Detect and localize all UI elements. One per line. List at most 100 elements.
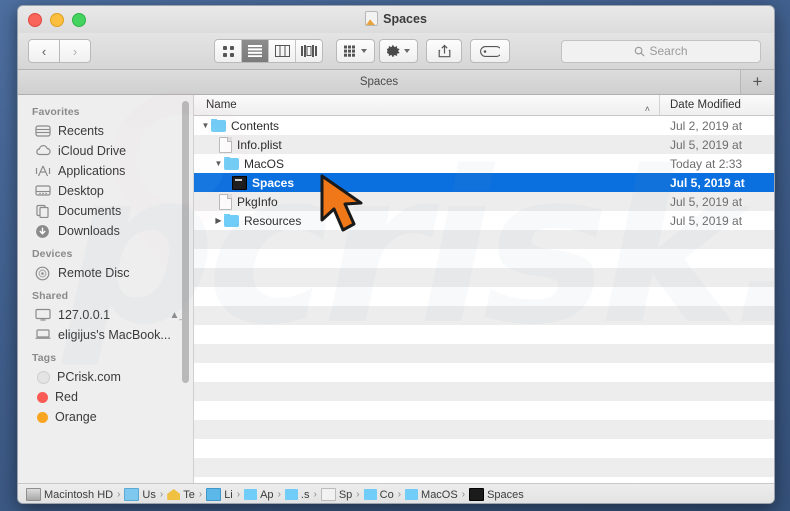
arrange-button[interactable] xyxy=(336,39,375,63)
gallery-view-button[interactable] xyxy=(296,40,322,62)
sidebar-item-label: Desktop xyxy=(58,184,104,198)
sidebar-item-applications[interactable]: Applications xyxy=(18,161,193,181)
table-row-empty xyxy=(194,325,774,344)
documents-icon xyxy=(35,204,51,219)
table-row[interactable]: ▼ Contents Jul 2, 2019 at xyxy=(194,116,774,135)
share-button[interactable] xyxy=(426,39,462,63)
document-icon xyxy=(219,136,232,153)
path-segment-contents[interactable]: Co xyxy=(363,489,394,501)
sidebar-scrollbar[interactable] xyxy=(182,101,189,383)
path-label: Ap xyxy=(260,488,274,501)
path-separator: › xyxy=(117,489,121,500)
forward-button[interactable]: › xyxy=(60,39,91,63)
sidebar-item-icloud-drive[interactable]: iCloud Drive xyxy=(18,141,193,161)
list-view-button[interactable] xyxy=(242,40,269,62)
gear-icon xyxy=(387,45,400,57)
table-row-empty xyxy=(194,458,774,477)
table-row-selected[interactable]: Spaces Jul 5, 2019 at xyxy=(194,173,774,192)
sidebar-item-documents[interactable]: Documents xyxy=(18,201,193,221)
path-label: Spaces xyxy=(487,488,524,501)
sort-ascending-icon: ˄ xyxy=(644,104,650,114)
back-button[interactable]: ‹ xyxy=(28,39,60,63)
tag-button[interactable] xyxy=(470,39,510,63)
window-title-group: Spaces xyxy=(18,11,774,26)
folder-icon xyxy=(244,489,258,500)
sidebar-item-downloads[interactable]: Downloads xyxy=(18,221,193,241)
table-row[interactable]: ▶ Resources Jul 5, 2019 at xyxy=(194,211,774,230)
view-mode-switcher xyxy=(214,39,323,63)
path-segment-macintosh-hd[interactable]: Macintosh HD xyxy=(26,488,113,501)
column-header-date-modified[interactable]: Date Modified xyxy=(659,95,774,115)
file-name: Spaces xyxy=(252,175,295,190)
column-header-name[interactable]: Name ˄ xyxy=(194,99,659,114)
file-date: Jul 5, 2019 at xyxy=(670,213,743,228)
sidebar-item-label: PCrisk.com xyxy=(57,370,121,384)
sidebar-item-label: Downloads xyxy=(58,224,120,238)
disclosure-triangle[interactable]: ▼ xyxy=(200,121,211,130)
path-segment-application-support[interactable]: Ap xyxy=(244,488,274,501)
sidebar-item-remote-disc[interactable]: Remote Disc xyxy=(18,263,193,283)
disk-icon xyxy=(26,488,41,501)
sidebar-heading-shared: Shared xyxy=(32,290,69,302)
folder-icon xyxy=(211,118,226,132)
page-title: Spaces xyxy=(383,11,427,26)
desktop-icon xyxy=(35,184,51,199)
sidebar-item-label: Orange xyxy=(55,410,97,424)
path-segment-library[interactable]: Li xyxy=(206,488,233,501)
disclosure-triangle[interactable]: ▼ xyxy=(213,159,224,168)
path-separator: › xyxy=(236,489,241,500)
document-icon xyxy=(219,193,232,210)
disclosure-triangle[interactable]: ▶ xyxy=(213,216,224,225)
action-menu-button[interactable] xyxy=(379,39,418,63)
table-row[interactable]: PkgInfo Jul 5, 2019 at xyxy=(194,192,774,211)
table-row-empty xyxy=(194,249,774,268)
sidebar-item-desktop[interactable]: Desktop xyxy=(18,181,193,201)
navigation-buttons: ‹ › xyxy=(28,39,91,63)
chevron-down-icon xyxy=(361,49,367,53)
table-row-empty xyxy=(194,344,774,363)
sidebar-item-recents[interactable]: Recents xyxy=(18,121,193,141)
path-segment-spaces-app[interactable]: Sp xyxy=(320,488,352,501)
app-bundle-icon xyxy=(320,488,336,501)
folder-icon xyxy=(224,213,239,227)
file-date: Today at 2:33 xyxy=(670,156,743,171)
sidebar-heading-favorites: Favorites xyxy=(32,106,80,118)
path-segment-home[interactable]: Te xyxy=(167,489,195,501)
file-list-header: Name ˄ Date Modified xyxy=(194,95,774,116)
path-label: Us xyxy=(142,488,156,501)
path-label: Li xyxy=(224,488,233,501)
title-bar: Spaces xyxy=(18,6,774,33)
path-segment-macos[interactable]: MacOS xyxy=(405,489,458,501)
path-segment-spaces-executable[interactable]: Spaces xyxy=(469,488,524,501)
folder-icon xyxy=(224,156,239,170)
column-view-button[interactable] xyxy=(269,40,296,62)
file-list: Name ˄ Date Modified ▼ Contents Jul 2, 2… xyxy=(193,95,774,503)
monitor-icon xyxy=(35,308,51,323)
sidebar-item-tag-pcrisk[interactable]: PCrisk.com xyxy=(18,367,193,387)
executable-icon xyxy=(232,175,247,190)
column-header-name-label: Name xyxy=(206,99,237,111)
sidebar-item-tag-red[interactable]: Red xyxy=(18,387,193,407)
search-input[interactable]: Search xyxy=(561,39,761,63)
path-bar: Macintosh HD › Us › Te › Li › Ap › .s › … xyxy=(18,483,774,503)
table-row[interactable]: Info.plist Jul 5, 2019 at xyxy=(194,135,774,154)
toolbar: ‹ › Search xyxy=(18,33,774,70)
path-segment-hidden-folder[interactable]: .s xyxy=(284,489,309,501)
tab-spaces[interactable]: Spaces xyxy=(18,70,741,94)
icon-view-button[interactable] xyxy=(215,40,242,62)
table-row-empty xyxy=(194,363,774,382)
new-tab-button[interactable]: + xyxy=(741,70,774,94)
path-separator: › xyxy=(159,489,164,500)
sidebar-item-label: Recents xyxy=(58,124,104,138)
path-segment-users[interactable]: Us xyxy=(124,488,156,501)
sidebar-item-label: Documents xyxy=(58,204,122,218)
disc-icon xyxy=(35,266,51,281)
sidebar-item-127-0-0-1[interactable]: 127.0.0.1 ▲_ xyxy=(18,305,193,325)
sidebar-item-macbook[interactable]: eligijus's MacBook... xyxy=(18,325,193,345)
sidebar-item-label: Remote Disc xyxy=(58,266,130,280)
user-folder-icon xyxy=(124,488,140,501)
file-date: Jul 5, 2019 at xyxy=(670,175,745,190)
table-row-empty xyxy=(194,401,774,420)
table-row[interactable]: ▼ MacOS Today at 2:33 xyxy=(194,154,774,173)
sidebar-item-tag-orange[interactable]: Orange xyxy=(18,407,193,427)
